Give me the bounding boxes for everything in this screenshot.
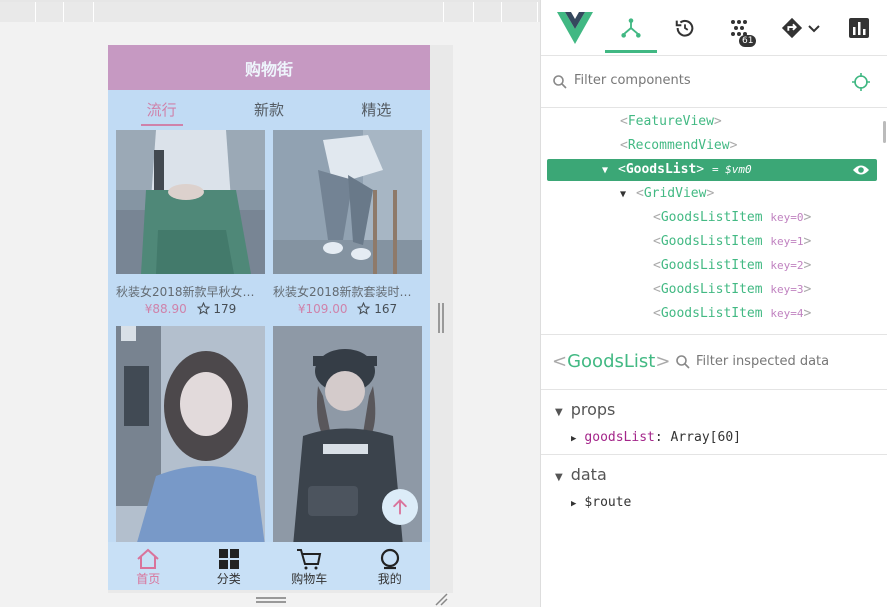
chevron-down-icon	[808, 25, 820, 33]
goods-image	[273, 130, 422, 274]
goods-collect-count: 179	[213, 302, 237, 316]
props-section-toggle[interactable]: ▼ props	[541, 394, 887, 426]
nav-bar: 购物街	[108, 45, 430, 90]
resize-handle-horizontal[interactable]	[256, 597, 286, 604]
routing-tab-button[interactable]	[775, 8, 827, 48]
performance-tab-button[interactable]	[839, 8, 879, 48]
tab-control: 流行 新款 精选	[108, 90, 430, 128]
media-query-ruler	[0, 0, 540, 22]
history-icon	[675, 19, 694, 37]
prop-row-goodslist[interactable]: ▶ goodsList: Array[60]	[541, 426, 887, 454]
collapse-arrow-icon: ▼	[555, 407, 563, 418]
vue-devtools-panel: 61 Filter components <FeatureView> <Reco…	[540, 0, 887, 607]
props-section: ▼ props ▶ goodsList: Array[60]	[541, 390, 887, 455]
back-to-top-button[interactable]	[382, 489, 418, 525]
components-tab-button[interactable]	[605, 8, 657, 53]
search-icon	[676, 355, 690, 369]
tree-node-gridview[interactable]: ▼ <GridView>	[620, 183, 714, 205]
goods-price: ¥88.90	[144, 302, 187, 316]
tree-node-goodslist-selected[interactable]: ▼ <GoodsList> = $vm0	[547, 159, 877, 181]
filter-inspected-data-input[interactable]: Filter inspected data	[696, 354, 829, 369]
resize-handle-vertical[interactable]	[438, 303, 445, 333]
category-icon	[218, 549, 239, 569]
data-section-toggle[interactable]: ▼ data	[541, 459, 887, 491]
goods-collect-count: 167	[374, 302, 398, 316]
nav-title: 购物街	[244, 59, 293, 79]
goods-image	[116, 130, 265, 274]
eye-icon[interactable]	[852, 164, 870, 176]
components-icon	[621, 18, 641, 38]
star-icon	[357, 302, 371, 315]
goods-meta: ¥109.00 167	[273, 302, 422, 316]
expand-arrow-icon[interactable]: ▼	[620, 184, 636, 206]
star-icon	[196, 302, 210, 315]
chart-icon	[849, 18, 869, 38]
goods-meta: ¥88.90 179	[116, 302, 265, 316]
home-icon	[137, 548, 159, 569]
profile-icon	[380, 548, 399, 570]
component-filter-bar: Filter components	[541, 56, 887, 108]
screen: 购物街 流行 新款 精选 秋装女2018新款早秋女装… ¥88.90 179 秋…	[0, 0, 887, 607]
tree-node-featureview[interactable]: <FeatureView>	[620, 111, 722, 133]
goods-title: 秋装女2018新款套装时尚…	[273, 285, 422, 299]
routing-icon	[781, 17, 803, 39]
tree-node-goodslistitem[interactable]: <GoodsListItem key=2>	[653, 255, 811, 277]
tabbar-item-cart[interactable]: 购物车	[269, 542, 350, 590]
tab-new[interactable]: 新款	[250, 99, 288, 120]
tree-node-goodslistitem[interactable]: <GoodsListItem key=3>	[653, 279, 811, 301]
search-icon	[553, 75, 567, 89]
expand-arrow-icon[interactable]: ▼	[602, 160, 618, 182]
tabbar-item-category[interactable]: 分类	[189, 542, 270, 590]
history-tab-button[interactable]	[665, 8, 705, 48]
data-section: ▼ data ▶ $route	[541, 455, 887, 519]
vue-logo-icon	[555, 8, 595, 48]
goods-image	[116, 326, 265, 546]
select-component-target-icon[interactable]	[852, 73, 870, 91]
tree-scrollbar[interactable]	[883, 121, 886, 143]
tabbar-label: 分类	[216, 572, 241, 586]
data-row-route[interactable]: ▶ $route	[541, 491, 887, 519]
tab-popular[interactable]: 流行	[140, 99, 183, 126]
tree-node-goodslistitem[interactable]: <GoodsListItem key=1>	[653, 231, 811, 253]
inspected-component-name: <GoodsList>	[552, 351, 671, 372]
tabbar-label: 购物车	[291, 572, 328, 586]
tabbar-label: 我的	[377, 572, 402, 586]
expand-arrow-icon: ▶	[571, 499, 577, 509]
tabbar-label: 首页	[136, 572, 161, 586]
tree-node-goodslistitem[interactable]: <GoodsListItem key=4>	[653, 303, 811, 325]
goods-price: ¥109.00	[297, 302, 348, 316]
tab-bar: 首页 分类 购物车 我的	[108, 542, 430, 590]
cart-icon	[297, 549, 322, 570]
expand-arrow-icon: ▶	[571, 434, 577, 444]
goods-title: 秋装女2018新款早秋女装…	[116, 285, 265, 299]
devtools-toolbar: 61	[541, 0, 887, 56]
component-tree: <FeatureView> <RecommendView> ▼ <GoodsLis…	[541, 108, 887, 335]
event-count-badge: 61	[739, 35, 757, 47]
filter-components-input[interactable]: Filter components	[574, 73, 691, 88]
tabbar-item-home[interactable]: 首页	[108, 542, 189, 590]
tree-node-goodslistitem[interactable]: <GoodsListItem key=0>	[653, 207, 811, 229]
resize-corner-handle[interactable]	[434, 592, 448, 606]
arrow-up-icon	[393, 499, 407, 515]
inspector-header: <GoodsList> Filter inspected data	[541, 335, 887, 390]
collapse-arrow-icon: ▼	[555, 472, 563, 483]
goods-item[interactable]	[116, 326, 265, 546]
browser-viewport: 购物街 流行 新款 精选 秋装女2018新款早秋女装… ¥88.90 179 秋…	[0, 0, 540, 607]
goods-item[interactable]: 秋装女2018新款套装时尚… ¥109.00 167	[273, 130, 422, 316]
tab-selected[interactable]: 精选	[357, 99, 395, 120]
tree-node-recommendview[interactable]: <RecommendView>	[620, 135, 737, 157]
goods-item[interactable]: 秋装女2018新款早秋女装… ¥88.90 179	[116, 130, 265, 316]
tabbar-item-profile[interactable]: 我的	[350, 542, 431, 590]
